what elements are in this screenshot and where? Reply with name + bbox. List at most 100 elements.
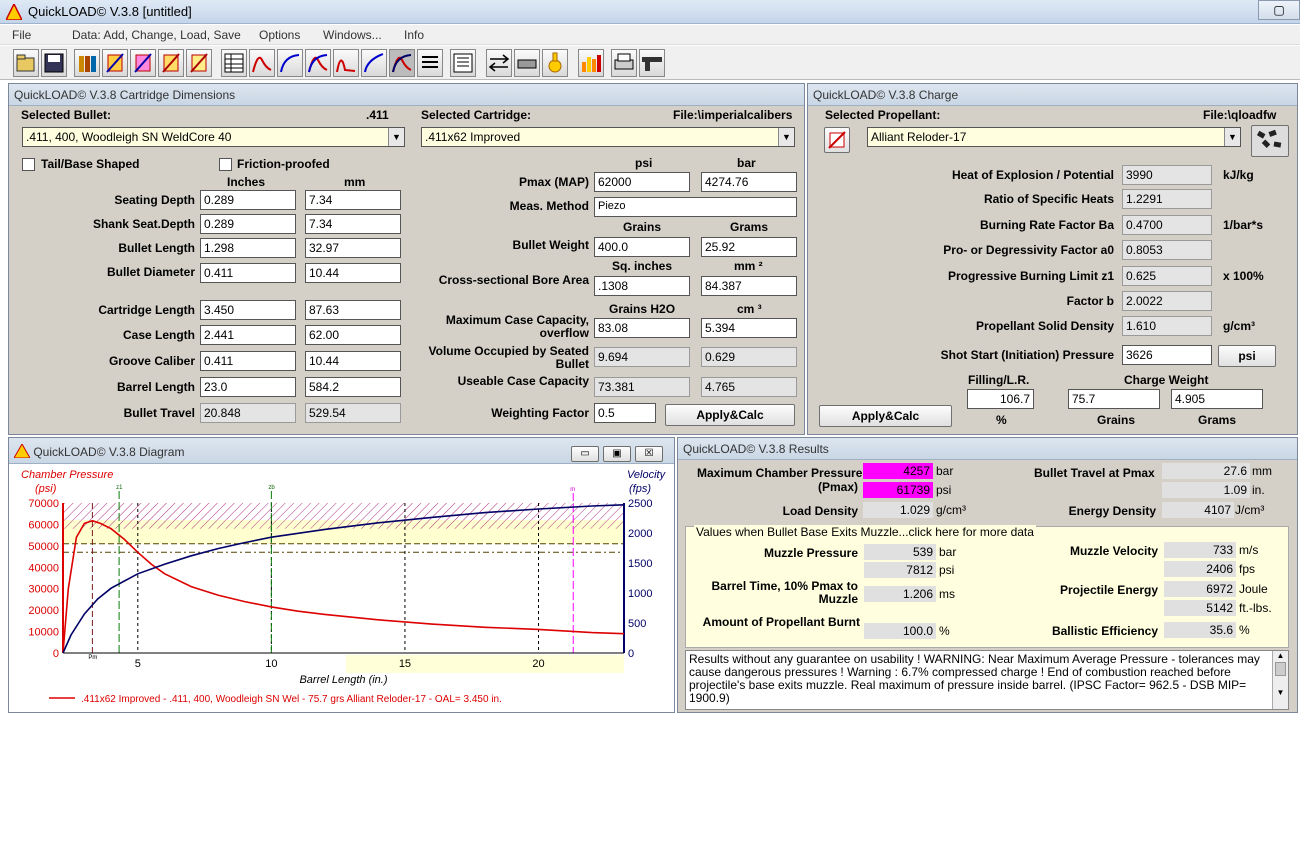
edit-cartridge-icon[interactable] [130, 49, 156, 77]
load-density-unit: g/cm³ [936, 503, 966, 517]
cartridge-length-mm[interactable]: 87.63 [305, 300, 401, 320]
close-button[interactable]: ☒ [635, 446, 663, 462]
pressure-curve-icon[interactable] [249, 49, 275, 77]
muzzle-pressure-bar-unit: bar [939, 545, 957, 559]
max-capacity-grains[interactable]: 83.08 [594, 318, 690, 338]
save-icon[interactable] [41, 49, 67, 77]
velocity-peak-icon[interactable] [361, 49, 387, 77]
muzzle-values-header[interactable]: Values when Bullet Base Exits Muzzle...c… [694, 525, 1036, 539]
warning-box[interactable]: Results without any guarantee on usabili… [685, 650, 1289, 710]
pressure-peak-icon[interactable] [333, 49, 359, 77]
bullet-diameter-in[interactable]: 0.411 [200, 263, 296, 283]
open-file-icon[interactable] [13, 49, 39, 77]
maximize-button[interactable]: ▢ [1258, 0, 1300, 20]
pmax-psi-input[interactable]: 62000 [594, 172, 690, 192]
numbered-list-icon[interactable] [450, 49, 476, 77]
propellant-select[interactable]: Alliant Reloder-17 ▼ [867, 127, 1241, 147]
friction-checkbox[interactable] [219, 158, 232, 171]
bullet-weight-grains[interactable]: 400.0 [594, 237, 690, 257]
diagram-active-icon[interactable] [389, 49, 415, 77]
chevron-down-icon[interactable]: ▼ [388, 128, 404, 146]
warning-scrollbar[interactable]: ▲ ▼ [1272, 651, 1288, 709]
max-chamber-pressure-label-2: (Pmax) [818, 480, 859, 494]
menu-options[interactable]: Options [259, 28, 300, 42]
case-length-mm[interactable]: 62.00 [305, 325, 401, 345]
zb-marker-label: zb [268, 485, 275, 491]
combined-curve-icon[interactable] [305, 49, 331, 77]
chevron-down-icon[interactable]: ▼ [1224, 128, 1240, 146]
conditions-icon[interactable] [514, 49, 540, 77]
menu-windows[interactable]: Windows... [323, 28, 382, 42]
cm3-column-header: cm ³ [737, 302, 762, 316]
shot-start-unit-button[interactable]: psi [1218, 345, 1276, 367]
powder-grains-icon[interactable] [1251, 125, 1289, 157]
pmax-bar-input[interactable]: 4274.76 [701, 172, 797, 192]
bullet-weight-grams[interactable]: 25.92 [701, 237, 797, 257]
compare-icon[interactable] [486, 49, 512, 77]
max-capacity-cm3[interactable]: 5.394 [701, 318, 797, 338]
case-length-in[interactable]: 2.441 [200, 325, 296, 345]
print-icon[interactable] [611, 49, 637, 77]
propellant-edit-icon[interactable] [824, 127, 850, 153]
bullet-db-icon[interactable] [74, 49, 100, 77]
meas-method-input[interactable]: Piezo [594, 197, 797, 217]
scroll-down-icon[interactable]: ▼ [1273, 688, 1288, 697]
specific-heats-value: 1.2291 [1122, 189, 1212, 209]
temperature-icon[interactable] [542, 49, 568, 77]
barrel-time-label-2: Muzzle [818, 592, 858, 606]
seating-depth-in[interactable]: 0.289 [200, 190, 296, 210]
menu-data[interactable]: Data: Add, Change, Load, Save [72, 28, 241, 42]
shot-start-input[interactable]: 3626 [1122, 345, 1212, 365]
weighting-factor-input[interactable]: 0.5 [594, 403, 656, 423]
minimize-button[interactable]: ▭ [571, 446, 599, 462]
gun-icon[interactable] [639, 49, 665, 77]
charge-apply-button[interactable]: Apply&Calc [819, 405, 952, 427]
barrel-length-mm[interactable]: 584.2 [305, 377, 401, 397]
meas-method-label: Meas. Method [509, 199, 589, 213]
barrel-length-in[interactable]: 23.0 [200, 377, 296, 397]
cartridge-select[interactable]: .411x62 Improved ▼ [421, 127, 795, 147]
factor-b-value: 2.0022 [1122, 291, 1212, 311]
edit-bullet-icon[interactable] [102, 49, 128, 77]
list-icon[interactable] [417, 49, 443, 77]
charge-grains-input[interactable]: 75.7 [1068, 389, 1160, 409]
bullet-select[interactable]: .411, 400, Woodleigh SN WeldCore 40 ▼ [22, 127, 405, 147]
charge-grams-input[interactable]: 4.905 [1171, 389, 1263, 409]
barrel-length-label: Barrel Length [116, 380, 195, 394]
chevron-down-icon[interactable]: ▼ [778, 128, 794, 146]
groove-caliber-mm[interactable]: 10.44 [305, 351, 401, 371]
bullet-travel-pmax-in: 1.09 [1162, 482, 1250, 498]
cartridge-apply-button[interactable]: Apply&Calc [665, 404, 795, 426]
bullet-diameter-mm[interactable]: 10.44 [305, 263, 401, 283]
filling-input[interactable]: 106.7 [967, 389, 1034, 409]
restore-button[interactable]: ▣ [603, 446, 631, 462]
tail-base-checkbox[interactable] [22, 158, 35, 171]
psi-column-header: psi [635, 156, 653, 170]
bar-chart-icon[interactable] [578, 49, 604, 77]
scroll-up-icon[interactable]: ▲ [1273, 651, 1288, 660]
seating-depth-mm[interactable]: 7.34 [305, 190, 401, 210]
case-length-label: Case Length [122, 328, 195, 342]
bullet-length-mm[interactable]: 32.97 [305, 238, 401, 258]
scroll-thumb[interactable] [1275, 662, 1286, 676]
bullet-length-in[interactable]: 1.298 [200, 238, 296, 258]
propellant-file: File:\qloadfw [1203, 108, 1277, 122]
percent-label: % [996, 413, 1007, 427]
bore-area-mm2[interactable]: 84.387 [701, 276, 797, 296]
shank-depth-mm[interactable]: 7.34 [305, 214, 401, 234]
velocity-curve-icon[interactable] [277, 49, 303, 77]
shank-depth-in[interactable]: 0.289 [200, 214, 296, 234]
burning-rate-value: 0.4700 [1122, 215, 1212, 235]
edit-load-icon[interactable] [186, 49, 212, 77]
bore-area-sqin[interactable]: .1308 [594, 276, 690, 296]
pm-marker-label: Pm [88, 655, 97, 661]
pmax-bar-unit: bar [936, 464, 954, 478]
groove-caliber-in[interactable]: 0.411 [200, 351, 296, 371]
menu-info[interactable]: Info [404, 28, 424, 42]
pmax-bar-value: 4257 [863, 463, 933, 479]
bullet-weight-label: Bullet Weight [512, 238, 589, 252]
cartridge-length-in[interactable]: 3.450 [200, 300, 296, 320]
edit-powder-icon[interactable] [158, 49, 184, 77]
menu-file[interactable]: File [12, 28, 31, 42]
table-icon[interactable] [221, 49, 247, 77]
